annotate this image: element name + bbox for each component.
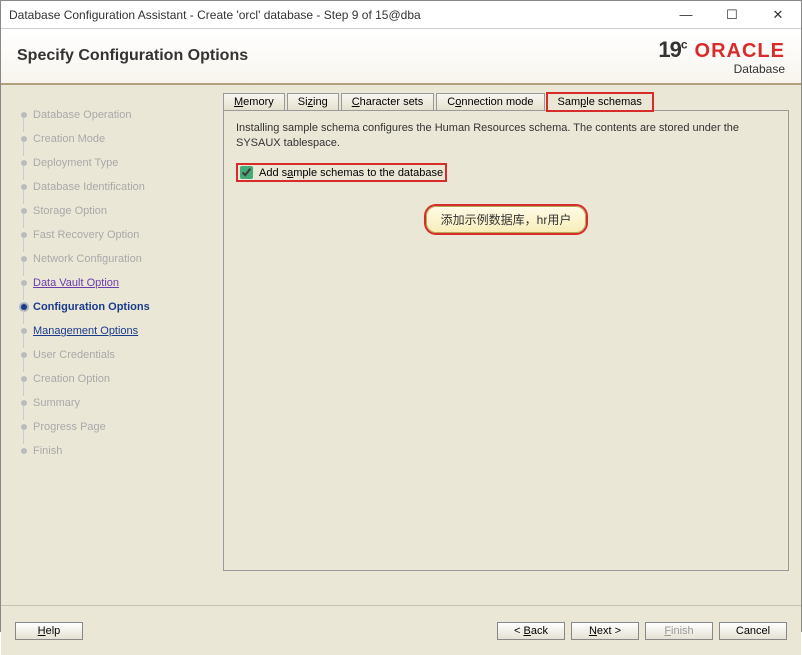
minimize-button[interactable]: — [671,5,701,25]
step-deployment-type: Deployment Type [19,151,207,175]
cancel-button[interactable]: Cancel [719,622,787,640]
maximize-button[interactable]: ☐ [717,5,747,25]
step-summary: Summary [19,391,207,415]
tab-panel-sample-schemas: Installing sample schema configures the … [223,111,789,571]
step-creation-option: Creation Option [19,367,207,391]
wizard-sidebar: Database OperationCreation ModeDeploymen… [1,85,211,605]
step-finish: Finish [19,439,207,463]
close-button[interactable]: ✕ [763,5,793,25]
window-controls: — ☐ ✕ [671,5,793,25]
next-button[interactable]: Next > [571,622,639,640]
brand-logo: 19c ORACLE Database [658,37,785,75]
titlebar: Database Configuration Assistant - Creat… [1,1,801,29]
add-sample-schemas-input[interactable] [240,166,253,179]
step-creation-mode: Creation Mode [19,127,207,151]
help-button[interactable]: Help [15,622,83,640]
logo-version: 19c [658,37,686,63]
tab-sizing[interactable]: Sizing [287,93,339,110]
tab-connection-mode[interactable]: Connection mode [436,93,544,110]
logo-sub: Database [734,63,785,75]
tab-memory[interactable]: Memory [223,93,285,110]
page-title: Specify Configuration Options [17,47,658,65]
tab-character-sets[interactable]: Character sets [341,93,435,110]
finish-button: Finish [645,622,713,640]
step-link[interactable]: Data Vault Option [33,277,119,289]
back-button[interactable]: < Back [497,622,565,640]
step-database-operation: Database Operation [19,103,207,127]
add-sample-schemas-checkbox[interactable]: Add sample schemas to the database [236,163,447,182]
step-data-vault-option[interactable]: Data Vault Option [19,271,207,295]
window-title: Database Configuration Assistant - Creat… [9,8,671,22]
step-database-identification: Database Identification [19,175,207,199]
main-panel: MemorySizingCharacter setsConnection mod… [211,85,801,605]
step-link[interactable]: Management Options [33,325,138,337]
header: Specify Configuration Options 19c ORACLE… [1,29,801,85]
step-network-configuration: Network Configuration [19,247,207,271]
panel-description: Installing sample schema configures the … [236,121,776,151]
tab-bar: MemorySizingCharacter setsConnection mod… [223,93,789,111]
step-storage-option: Storage Option [19,199,207,223]
step-configuration-options: Configuration Options [19,295,207,319]
annotation-callout: 添加示例数据库，hr用户 [426,206,587,233]
footer: Help < Back Next > Finish Cancel [1,605,801,655]
tab-sample-schemas[interactable]: Sample schemas [547,93,653,111]
checkbox-label: Add sample schemas to the database [259,167,443,179]
logo-brand: ORACLE [695,40,785,63]
step-user-credentials: User Credentials [19,343,207,367]
step-fast-recovery-option: Fast Recovery Option [19,223,207,247]
step-management-options[interactable]: Management Options [19,319,207,343]
step-progress-page: Progress Page [19,415,207,439]
